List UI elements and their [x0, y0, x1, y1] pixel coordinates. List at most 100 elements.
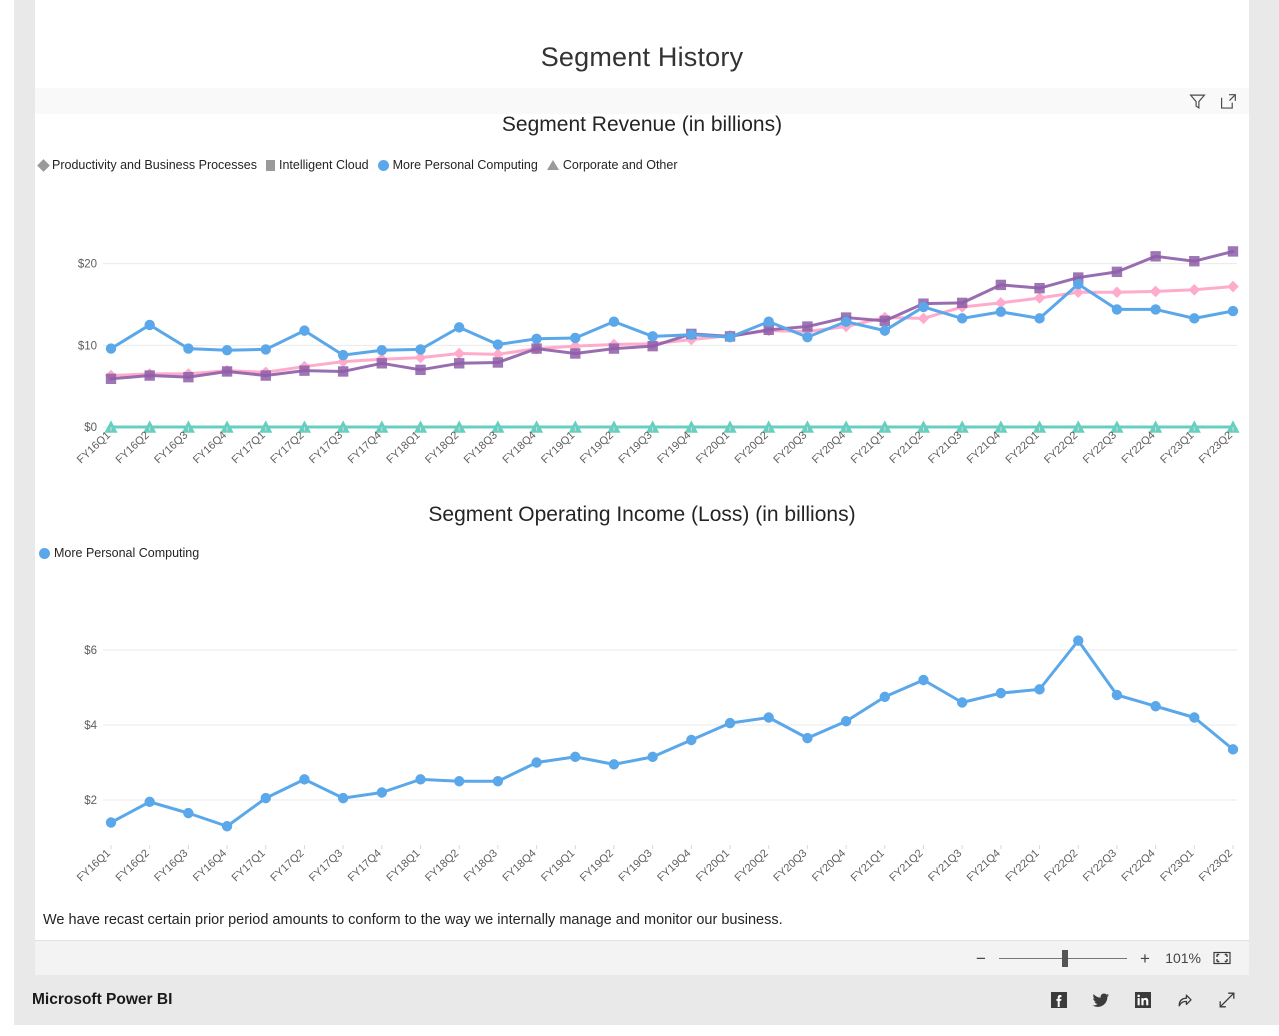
svg-text:FY16Q2: FY16Q2 [114, 429, 152, 466]
svg-text:FY17Q1: FY17Q1 [230, 847, 268, 884]
svg-text:FY19Q3: FY19Q3 [617, 847, 655, 884]
fit-to-page-icon[interactable] [1213, 949, 1231, 967]
svg-text:FY16Q1: FY16Q1 [75, 429, 113, 466]
svg-text:FY19Q2: FY19Q2 [578, 429, 616, 466]
svg-text:FY23Q2: FY23Q2 [1197, 429, 1235, 466]
linkedin-icon[interactable] [1133, 990, 1153, 1010]
svg-text:FY19Q1: FY19Q1 [539, 847, 577, 884]
legend-item-intelligent-cloud[interactable]: Intelligent Cloud [265, 158, 369, 172]
svg-text:FY22Q2: FY22Q2 [1042, 847, 1080, 884]
svg-text:FY22Q3: FY22Q3 [1081, 429, 1119, 466]
report-canvas: Segment History Segment Revenue (in bill… [35, 0, 1249, 975]
page-title: Segment History [540, 42, 744, 72]
chart-1-plot[interactable]: $0 $10 $20 FY16Q1 FY16Q2 FY16Q3 FY16Q4 FY17Q1 FY… [35, 185, 1249, 485]
svg-text:$0: $0 [84, 422, 97, 434]
svg-text:FY18Q4: FY18Q4 [500, 429, 538, 466]
svg-text:FY16Q4: FY16Q4 [191, 429, 229, 466]
svg-text:FY16Q4: FY16Q4 [191, 847, 229, 884]
svg-text:FY21Q4: FY21Q4 [965, 429, 1003, 466]
expand-icon[interactable] [1217, 990, 1237, 1010]
visual-header-icons [1189, 88, 1237, 114]
svg-text:FY22Q4: FY22Q4 [1120, 847, 1158, 884]
power-bi-brand-label: Microsoft Power BI [32, 991, 173, 1008]
chart-2-plot[interactable]: $2 $4 $6 FY16Q1 FY16Q2 FY16Q3 FY16Q4 FY17Q1 FY17… [35, 575, 1249, 905]
square-marker-icon [265, 159, 275, 171]
svg-text:FY22Q1: FY22Q1 [1003, 847, 1041, 884]
svg-text:FY18Q1: FY18Q1 [384, 847, 422, 884]
svg-text:FY20Q2: FY20Q2 [733, 429, 771, 466]
svg-text:FY21Q2: FY21Q2 [887, 429, 925, 466]
svg-text:FY22Q2: FY22Q2 [1042, 429, 1080, 466]
svg-text:FY23Q1: FY23Q1 [1158, 429, 1196, 466]
zoom-in-button[interactable]: + [1139, 950, 1151, 967]
twitter-icon[interactable] [1091, 990, 1111, 1010]
svg-text:FY17Q4: FY17Q4 [346, 847, 384, 884]
svg-text:FY17Q4: FY17Q4 [346, 429, 384, 466]
svg-text:FY20Q1: FY20Q1 [694, 429, 732, 466]
svg-text:$2: $2 [84, 795, 97, 807]
share-icon[interactable] [1175, 990, 1195, 1010]
svg-text:$20: $20 [78, 259, 97, 271]
svg-text:FY16Q3: FY16Q3 [152, 429, 190, 466]
svg-text:FY18Q3: FY18Q3 [462, 847, 500, 884]
svg-text:FY17Q2: FY17Q2 [268, 847, 306, 884]
svg-text:FY22Q1: FY22Q1 [1003, 429, 1041, 466]
zoom-slider[interactable] [999, 949, 1127, 967]
svg-text:FY17Q3: FY17Q3 [307, 847, 345, 884]
svg-text:FY21Q4: FY21Q4 [965, 847, 1003, 884]
svg-text:FY18Q2: FY18Q2 [423, 429, 461, 466]
svg-text:FY20Q1: FY20Q1 [694, 847, 732, 884]
svg-text:FY18Q2: FY18Q2 [423, 847, 461, 884]
svg-text:$4: $4 [84, 720, 97, 732]
svg-text:FY23Q1: FY23Q1 [1158, 847, 1196, 884]
svg-text:FY22Q4: FY22Q4 [1120, 429, 1158, 466]
svg-text:FY21Q1: FY21Q1 [849, 429, 887, 466]
facebook-icon[interactable] [1049, 990, 1069, 1010]
svg-text:FY19Q4: FY19Q4 [655, 847, 693, 884]
svg-text:FY21Q2: FY21Q2 [887, 847, 925, 884]
legend-label: Intelligent Cloud [278, 158, 369, 172]
svg-text:FY18Q1: FY18Q1 [384, 429, 422, 466]
svg-text:$6: $6 [84, 645, 97, 657]
legend-label: Corporate and Other [562, 158, 678, 172]
visual-header-strip [35, 88, 1249, 114]
left-rail [14, 0, 35, 975]
svg-text:FY22Q3: FY22Q3 [1081, 847, 1119, 884]
svg-text:$10: $10 [78, 340, 97, 352]
svg-text:FY21Q3: FY21Q3 [926, 429, 964, 466]
legend-label: More Personal Computing [54, 546, 200, 560]
svg-text:FY21Q1: FY21Q1 [849, 847, 887, 884]
zoom-percent-label: 101% [1165, 950, 1201, 966]
zoom-toolbar: − + 101% [35, 940, 1249, 975]
svg-text:FY18Q3: FY18Q3 [462, 429, 500, 466]
footer-social-icons [1049, 990, 1237, 1010]
svg-text:FY16Q3: FY16Q3 [152, 847, 190, 884]
svg-text:FY20Q2: FY20Q2 [733, 847, 771, 884]
zoom-out-button[interactable]: − [975, 950, 987, 967]
chart-1-legend: Productivity and Business Processes Inte… [37, 158, 678, 172]
svg-text:FY20Q3: FY20Q3 [771, 847, 809, 884]
legend-item-more-personal-computing[interactable]: More Personal Computing [377, 158, 538, 172]
focus-mode-icon[interactable] [1220, 93, 1237, 110]
chart-2-title: Segment Operating Income (Loss) (in bill… [428, 503, 856, 526]
svg-text:FY17Q2: FY17Q2 [268, 429, 306, 466]
filter-funnel-icon[interactable] [1189, 93, 1206, 110]
svg-text:FY17Q1: FY17Q1 [230, 429, 268, 466]
svg-text:FY16Q1: FY16Q1 [75, 847, 113, 884]
legend-label: Productivity and Business Processes [52, 158, 257, 172]
svg-text:FY19Q2: FY19Q2 [578, 847, 616, 884]
legend-item-corporate-and-other[interactable]: Corporate and Other [546, 158, 678, 172]
report-footnote: We have recast certain prior period amou… [43, 912, 783, 928]
svg-text:FY20Q4: FY20Q4 [810, 847, 848, 884]
svg-text:FY19Q1: FY19Q1 [539, 429, 577, 466]
power-bi-footer-bar: Microsoft Power BI [14, 975, 1279, 1025]
svg-text:FY23Q2: FY23Q2 [1197, 847, 1235, 884]
legend-item-productivity[interactable]: Productivity and Business Processes [37, 158, 257, 172]
svg-text:FY17Q3: FY17Q3 [307, 429, 345, 466]
circle-marker-icon [377, 159, 389, 171]
svg-text:FY20Q4: FY20Q4 [810, 429, 848, 466]
chart-1-title: Segment Revenue (in billions) [501, 113, 783, 136]
zoom-slider-thumb[interactable] [1062, 949, 1068, 967]
diamond-marker-icon [37, 158, 50, 172]
legend-item-more-personal-computing-2[interactable]: More Personal Computing [39, 546, 199, 560]
